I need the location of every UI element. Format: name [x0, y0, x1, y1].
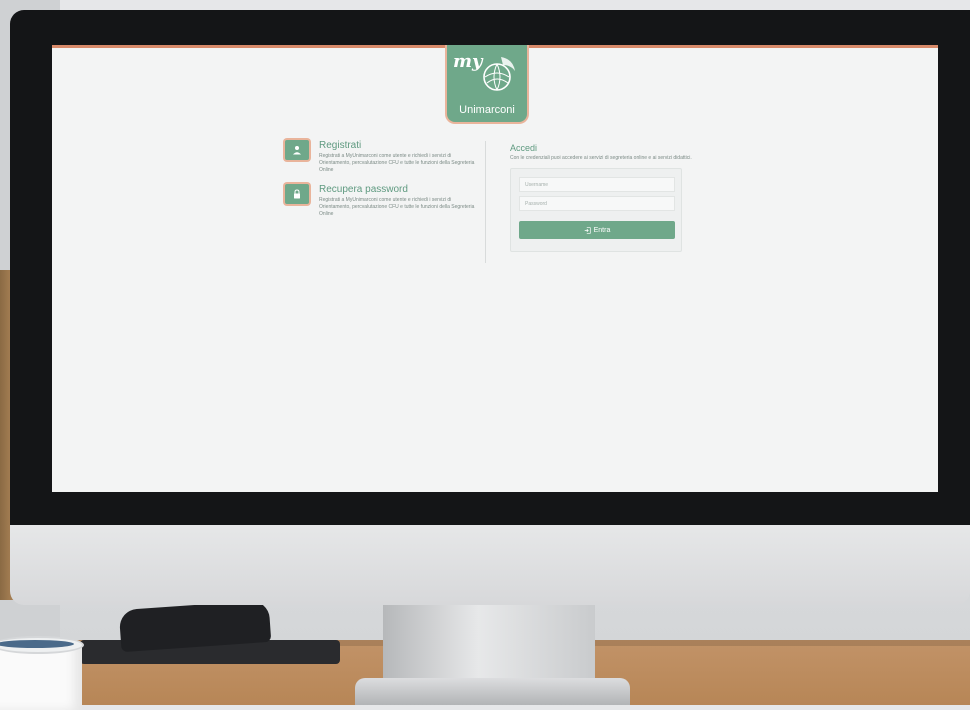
- login-button-label: Entra: [593, 226, 611, 234]
- register-feature[interactable]: Registrati Registrati a MyUnimarconi com…: [285, 140, 475, 174]
- username-input[interactable]: Username: [519, 177, 675, 192]
- password-input[interactable]: Password: [519, 196, 675, 211]
- monitor-screen: my Unimarconi Registrati Registrati a My…: [52, 45, 938, 492]
- register-description: Registrati a MyUnimarconi come utente e …: [319, 153, 475, 173]
- monitor-stand-foot: [355, 678, 630, 705]
- features-column: Registrati Registrati a MyUnimarconi com…: [285, 140, 475, 228]
- globe-icon: [483, 57, 515, 91]
- login-column: Accedi Con le credenziali puoi accedere …: [510, 143, 710, 252]
- user-icon: [285, 140, 309, 160]
- login-description: Con le credenziali puoi accedere ai serv…: [510, 155, 692, 161]
- login-title: Accedi: [510, 143, 538, 153]
- recover-password-feature[interactable]: Recupera password Registrati a MyUnimarc…: [285, 184, 475, 218]
- column-divider: [485, 141, 486, 263]
- recover-password-link[interactable]: Recupera password: [319, 184, 475, 195]
- myunimarconi-logo[interactable]: my Unimarconi: [447, 45, 527, 122]
- login-icon: [584, 226, 591, 234]
- login-button[interactable]: Entra: [519, 221, 675, 239]
- register-link[interactable]: Registrati: [319, 140, 475, 151]
- logo-brand-text: Unimarconi: [459, 104, 515, 116]
- monitor-stand-neck: [383, 605, 595, 687]
- lock-icon: [285, 184, 309, 204]
- login-form: Username Password Entra: [510, 168, 682, 252]
- monitor-chin: [10, 525, 970, 605]
- recover-password-description: Registrati a MyUnimarconi come utente e …: [319, 197, 475, 217]
